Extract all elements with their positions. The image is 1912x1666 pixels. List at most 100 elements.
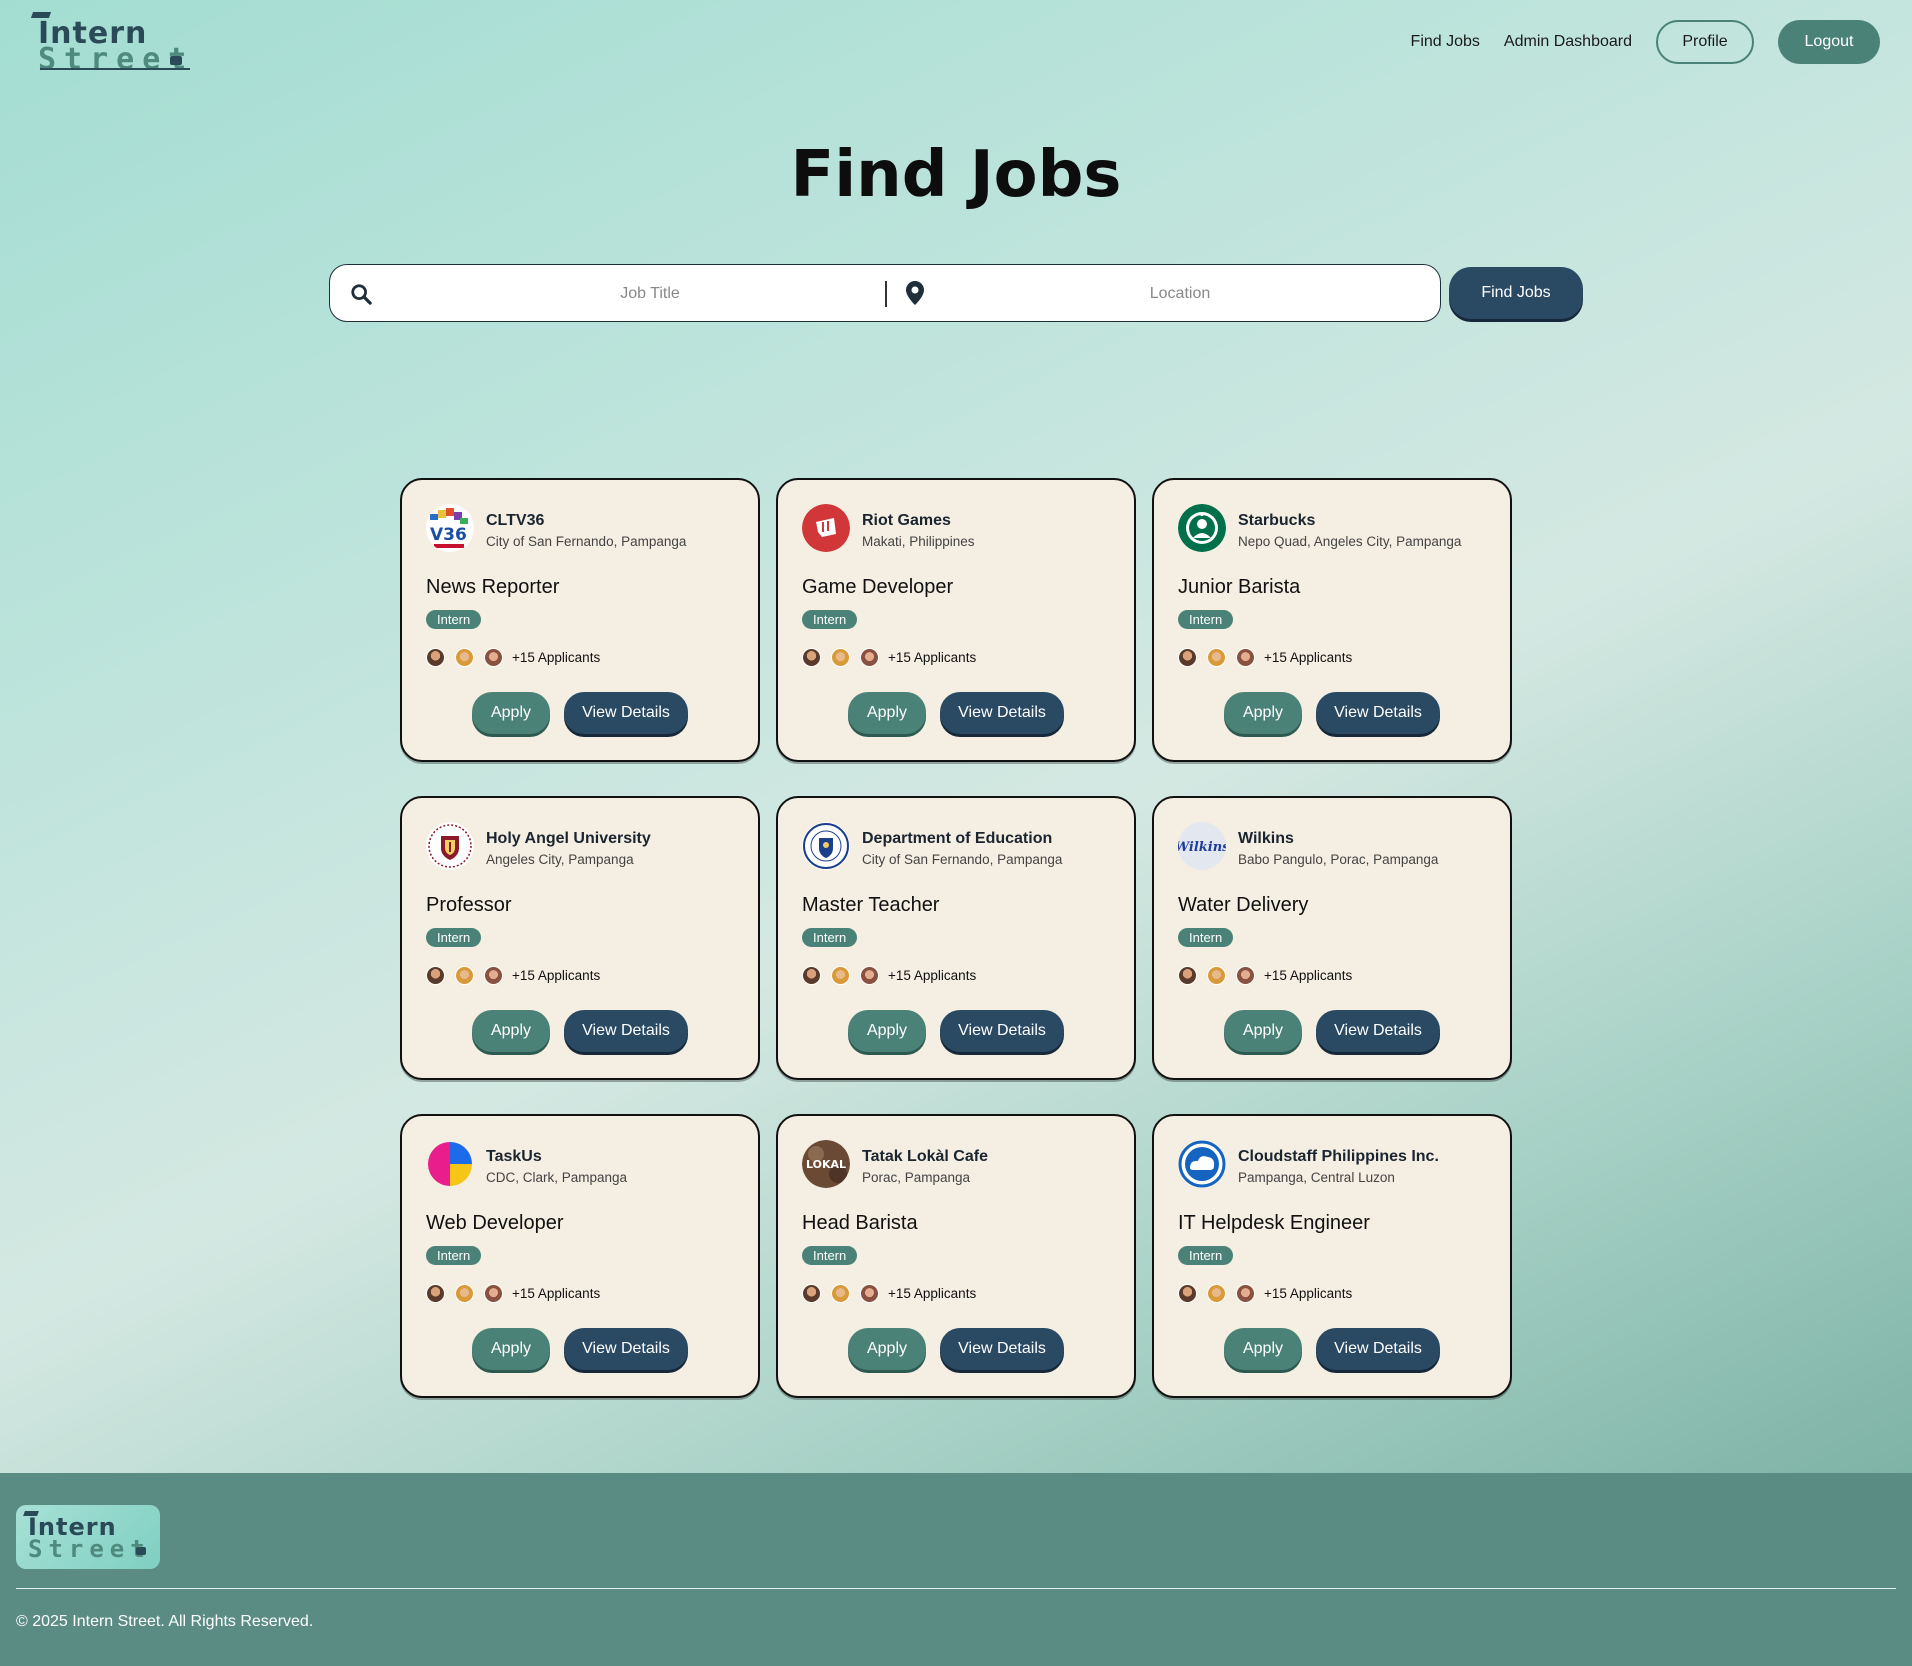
search-bar: Job Title Location: [329, 264, 1441, 322]
avatar: [831, 1284, 850, 1303]
view-details-button[interactable]: View Details: [940, 1010, 1064, 1052]
view-details-button[interactable]: View Details: [940, 1328, 1064, 1370]
job-title: News Reporter: [426, 576, 560, 598]
wilkins-logo-icon: Wilkins: [1178, 822, 1226, 870]
company-name: Wilkins: [1238, 830, 1294, 847]
apply-button[interactable]: Apply: [848, 1328, 926, 1370]
applicant-avatars: [802, 1284, 879, 1303]
applicant-count: +15 Applicants: [512, 650, 601, 665]
cltv36-logo-icon: V36: [426, 504, 474, 552]
job-type-badge: Intern: [1178, 928, 1234, 947]
avatar: [802, 1284, 821, 1303]
avatar: [860, 648, 879, 667]
apply-button[interactable]: Apply: [472, 1010, 550, 1052]
job-card: Holy Angel University Angeles City, Pamp…: [400, 796, 760, 1080]
avatar: [1236, 1284, 1255, 1303]
applicant-count: +15 Applicants: [1264, 1286, 1353, 1301]
applicant-avatars: [1178, 1284, 1255, 1303]
nav-admin-dashboard[interactable]: Admin Dashboard: [1504, 33, 1632, 51]
company-location: Porac, Pampanga: [862, 1170, 971, 1185]
logout-button[interactable]: Logout: [1778, 20, 1880, 64]
view-details-button[interactable]: View Details: [564, 1328, 688, 1370]
avatar: [484, 1284, 503, 1303]
view-details-button[interactable]: View Details: [564, 692, 688, 734]
footer: Intern Street © 2025 Intern Street. All …: [0, 1473, 1912, 1666]
intern-street-logo[interactable]: Intern Street: [30, 10, 192, 77]
job-card: TaskUs CDC, Clark, Pampanga Web Develope…: [400, 1114, 760, 1398]
job-type-badge: Intern: [426, 928, 482, 947]
avatar: [1207, 648, 1226, 667]
job-title: Head Barista: [802, 1212, 918, 1234]
job-title: Water Delivery: [1178, 894, 1309, 916]
applicant-avatars: [802, 966, 879, 985]
apply-button[interactable]: Apply: [848, 1010, 926, 1052]
job-type-badge: Intern: [426, 610, 482, 629]
applicant-count: +15 Applicants: [888, 1286, 977, 1301]
company-location: City of San Fernando, Pampanga: [486, 534, 687, 549]
company-location: CDC, Clark, Pampanga: [486, 1170, 628, 1185]
job-title-input[interactable]: Job Title: [390, 275, 910, 313]
applicant-count: +15 Applicants: [512, 968, 601, 983]
taskus-logo-icon: [426, 1140, 474, 1188]
job-type-badge: Intern: [802, 610, 858, 629]
avatar: [802, 648, 821, 667]
company-name: Tatak Lokàl Cafe: [862, 1148, 988, 1165]
job-card: Wilkins Wilkins Babo Pangulo, Porac, Pam…: [1152, 796, 1512, 1080]
job-title: Master Teacher: [802, 894, 940, 916]
apply-button[interactable]: Apply: [1224, 1328, 1302, 1370]
applicant-avatars: [802, 648, 879, 667]
briefcase-icon: [170, 56, 182, 65]
find-jobs-button[interactable]: Find Jobs: [1449, 267, 1583, 319]
company-name: Cloudstaff Philippines Inc.: [1238, 1148, 1439, 1165]
avatar: [831, 966, 850, 985]
apply-button[interactable]: Apply: [848, 692, 926, 734]
applicant-avatars: [426, 966, 503, 985]
job-type-badge: Intern: [802, 928, 858, 947]
avatar: [1207, 966, 1226, 985]
applicant-avatars: [426, 1284, 503, 1303]
avatar: [426, 966, 445, 985]
avatar: [1178, 648, 1197, 667]
page-title: Find Jobs: [790, 138, 1122, 212]
profile-button[interactable]: Profile: [1656, 20, 1754, 64]
job-grid: V36 CLTV36 City of San Fernando, Pampang…: [400, 478, 1512, 1398]
location-input[interactable]: Location: [940, 275, 1420, 313]
hau-seal-logo-icon: [426, 822, 474, 870]
company-name: Riot Games: [862, 512, 951, 529]
apply-button[interactable]: Apply: [1224, 1010, 1302, 1052]
footer-divider: [16, 1588, 1896, 1589]
avatar: [802, 966, 821, 985]
avatar: [1178, 1284, 1197, 1303]
location-pin-icon: [906, 281, 924, 305]
job-title: Web Developer: [426, 1212, 564, 1234]
footer-logo[interactable]: Intern Street: [16, 1505, 160, 1569]
view-details-button[interactable]: View Details: [564, 1010, 688, 1052]
company-name: Department of Education: [862, 830, 1053, 847]
cltv36-logo-text: V36: [430, 525, 467, 545]
apply-button[interactable]: Apply: [472, 692, 550, 734]
nav-find-jobs[interactable]: Find Jobs: [1411, 33, 1480, 51]
applicant-count: +15 Applicants: [512, 1286, 601, 1301]
apply-button[interactable]: Apply: [1224, 692, 1302, 734]
job-title: Game Developer: [802, 576, 954, 598]
avatar: [831, 648, 850, 667]
applicant-avatars: [426, 648, 503, 667]
lokal-logo-icon: LOKAL: [802, 1140, 850, 1188]
avatar: [1207, 1284, 1226, 1303]
logo-underline: [40, 68, 190, 70]
view-details-button[interactable]: View Details: [940, 692, 1064, 734]
view-details-button[interactable]: View Details: [1316, 692, 1440, 734]
apply-button[interactable]: Apply: [472, 1328, 550, 1370]
company-location: Pampanga, Central Luzon: [1238, 1170, 1395, 1185]
job-type-badge: Intern: [426, 1246, 482, 1265]
view-details-button[interactable]: View Details: [1316, 1328, 1440, 1370]
cloudstaff-logo-icon: [1178, 1140, 1226, 1188]
job-card: Department of Education City of San Fern…: [776, 796, 1136, 1080]
view-details-button[interactable]: View Details: [1316, 1010, 1440, 1052]
copyright-text: © 2025 Intern Street. All Rights Reserve…: [16, 1613, 314, 1630]
logo-text-street: Street: [28, 1535, 151, 1563]
applicant-count: +15 Applicants: [1264, 968, 1353, 983]
job-card: LOKAL Tatak Lokàl Cafe Porac, Pampanga H…: [776, 1114, 1136, 1398]
avatar: [426, 1284, 445, 1303]
job-card: Starbucks Nepo Quad, Angeles City, Pampa…: [1152, 478, 1512, 762]
